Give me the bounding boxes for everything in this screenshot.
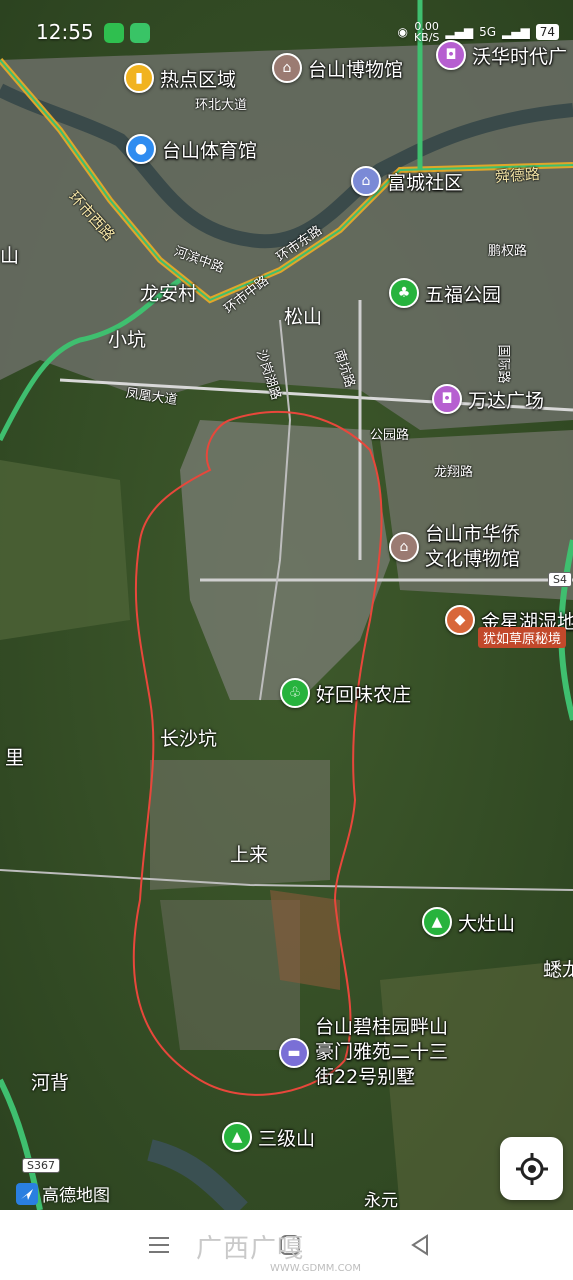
poi-hot-area[interactable]: ▮ 热点区域 (124, 63, 236, 93)
place-label: 小坑 (108, 329, 147, 351)
watermark-text: 广西广嘎 (196, 1234, 305, 1264)
shopping-bag-icon: ◘ (432, 384, 462, 414)
signal-icon-2: ▂▄▆ (502, 25, 530, 39)
place-label: 蟋龙 (543, 959, 573, 981)
place-label: 里 (5, 747, 25, 769)
poi-park[interactable]: ♣ 五福公园 (389, 278, 501, 308)
bed-icon: ▬ (279, 1037, 309, 1068)
shopping-bag-icon: ◘ (436, 40, 466, 70)
stadium-icon: ● (126, 134, 156, 164)
scenic-icon: ◆ (445, 605, 475, 635)
place-label: 松山 (284, 306, 323, 328)
route-badge: S367 (22, 1158, 60, 1173)
place-label: 上来 (230, 844, 269, 866)
poi-museum[interactable]: ⌂ 台山博物馆 (272, 53, 403, 83)
network-type: 5G (479, 25, 497, 39)
poi-dazao-mountain[interactable]: ▲ 大灶山 (422, 907, 515, 937)
message-icon (130, 23, 150, 43)
cherry-icon: ♧ (280, 678, 310, 708)
poi-mall[interactable]: ◘ 沃华时代广 (436, 40, 567, 70)
watermark-url: WWW.GDMM.COM (270, 1263, 362, 1274)
trend-bars-icon: ▮ (124, 63, 154, 93)
road-label: 鹏权路 (488, 244, 528, 259)
road-label: 公园路 (370, 428, 410, 443)
poi-overseas-museum[interactable]: ⌂ 台山市华侨 文化博物馆 (389, 522, 520, 572)
clock: 12:55 (36, 20, 94, 44)
poi-gym[interactable]: ● 台山体育馆 (126, 134, 257, 164)
alarm-icon: ◉ (397, 25, 408, 39)
place-label: 永元 (364, 1191, 398, 1210)
locate-button[interactable] (500, 1137, 563, 1200)
road-label: 环北大道 (195, 98, 248, 113)
amap-logo: 高德地图 (16, 1181, 110, 1206)
community-icon: ⌂ (351, 166, 381, 196)
poi-sanji-mountain[interactable]: ▲ 三级山 (222, 1122, 315, 1152)
amap-logo-icon (16, 1182, 38, 1205)
road-label: 舜德路 (494, 164, 541, 186)
menu-icon (149, 1237, 169, 1253)
route-badge: S4 (548, 572, 572, 587)
poi-community[interactable]: ⌂ 富城社区 (351, 166, 463, 196)
museum-icon: ⌂ (272, 53, 302, 83)
mountain-icon: ▲ (422, 907, 452, 937)
mountain-icon: ▲ (222, 1122, 252, 1152)
battery-icon: 74 (535, 24, 559, 40)
poi-farm[interactable]: ♧ 好回味农庄 (280, 678, 411, 708)
back-button[interactable] (405, 1232, 435, 1258)
signal-icon: ▂▄▆ (445, 25, 474, 39)
back-icon (411, 1234, 428, 1256)
road-label: 龙翔路 (434, 465, 474, 480)
crosshair-icon (515, 1152, 548, 1185)
satellite-map[interactable]: 12:55 ◉ 0.00 KB/S ▂▄▆ 5G ▂▄▆ 74 环北大道 舜德路 … (0, 0, 573, 1210)
menu-button[interactable] (144, 1232, 174, 1258)
place-label: 龙安村 (140, 283, 198, 305)
tree-icon: ♣ (389, 278, 419, 308)
poi-wanda[interactable]: ◘ 万达广场 (432, 384, 544, 414)
museum-icon: ⌂ (389, 532, 419, 562)
wechat-icon (104, 23, 124, 43)
road-label: 国际路 (495, 344, 511, 384)
place-label: 山 (0, 245, 20, 267)
poi-villa[interactable]: ▬ 台山碧桂园畔山 豪门雅苑二十三 街22号别墅 (279, 1015, 448, 1090)
place-label: 河背 (31, 1072, 70, 1094)
place-label: 长沙坑 (160, 728, 218, 750)
wetland-tag: 犹如草原秘境 (478, 627, 567, 648)
